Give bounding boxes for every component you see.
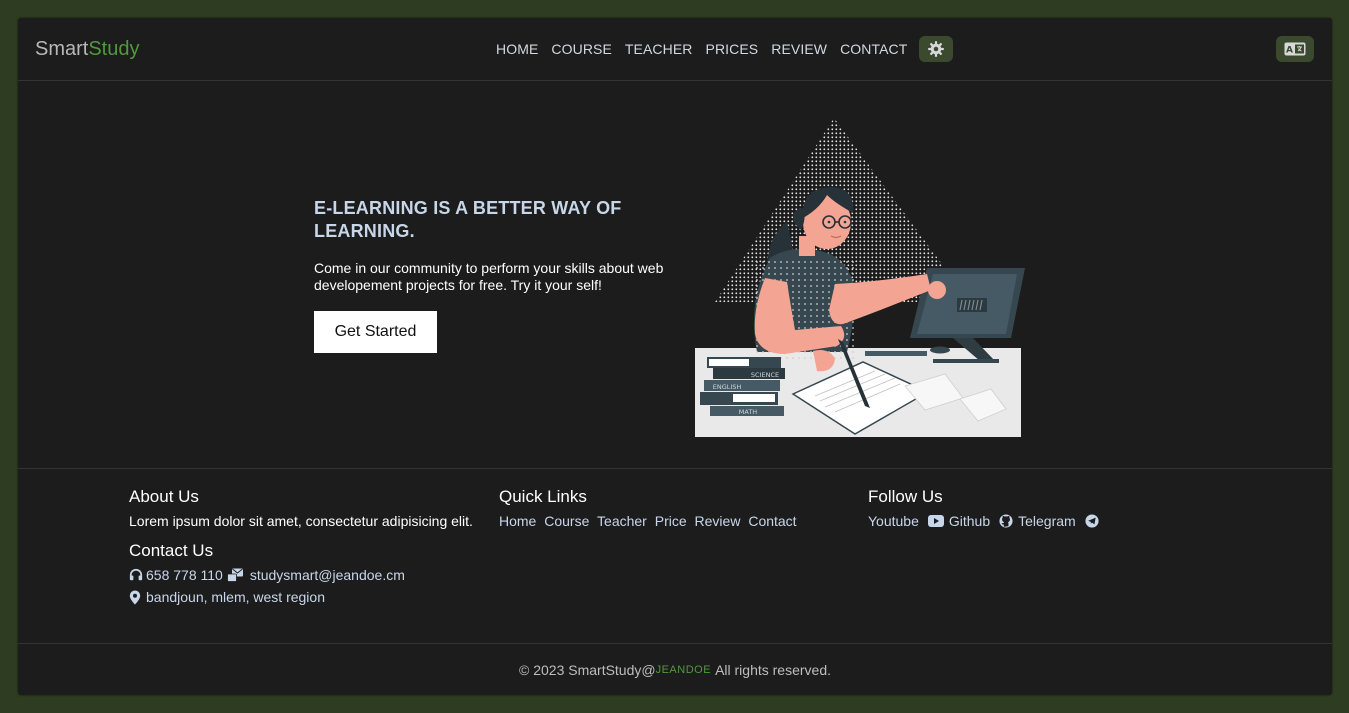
contact-title: Contact Us: [129, 541, 214, 560]
copyright-brand[interactable]: JEANDOE: [656, 664, 711, 676]
about-title: About Us: [129, 487, 199, 506]
copyright-suffix: All rights reserved.: [715, 661, 831, 678]
get-started-button[interactable]: Get Started: [314, 311, 437, 353]
mail-bulk-icon: [226, 568, 243, 582]
social-links: Youtube Github Telegram: [868, 513, 1104, 529]
theme-toggle-button[interactable]: [919, 36, 954, 62]
follow-title: Follow Us: [868, 487, 943, 506]
logo-study: Study: [88, 38, 140, 60]
main-nav: HOME COURSE TEACHER PRICES REVIEW CONTAC…: [496, 36, 954, 62]
logo-smart: Smart: [35, 38, 89, 60]
contact-phone-email: 658 778 110 studysmart@jeandoe.cm: [129, 567, 473, 583]
footer: About Us Lorem ipsum dolor sit amet, con…: [18, 468, 1332, 644]
header: SmartStudy HOME COURSE TEACHER PRICES RE…: [18, 18, 1332, 81]
follow-section: Follow Us Youtube Github Telegram: [868, 487, 1104, 529]
gear-icon: [928, 41, 945, 57]
book-label-english: ENGLISH: [713, 383, 742, 391]
app-frame: SmartStudy HOME COURSE TEACHER PRICES RE…: [18, 18, 1332, 695]
svg-text:A: A: [1286, 46, 1293, 56]
telegram-icon[interactable]: [1085, 514, 1099, 528]
contact-email[interactable]: studysmart@jeandoe.cm: [250, 567, 405, 583]
hero-title: E-LEARNING IS A BETTER WAY OF LEARNING.: [314, 197, 654, 243]
location-pin-icon: [129, 590, 141, 604]
social-youtube-label[interactable]: Youtube: [868, 513, 919, 529]
nav-contact[interactable]: CONTACT: [840, 41, 907, 57]
youtube-icon[interactable]: [927, 515, 944, 527]
nav-review[interactable]: REVIEW: [771, 41, 827, 57]
quick-links-section: Quick Links Home Course Teacher Price Re…: [499, 487, 801, 529]
language-button[interactable]: A: [1276, 36, 1314, 62]
quick-links-list: Home Course Teacher Price Review Contact: [499, 513, 801, 529]
translate-icon: A: [1284, 42, 1306, 56]
copyright-prefix: © 2023 SmartStudy@: [519, 661, 656, 678]
social-telegram-label[interactable]: Telegram: [1018, 513, 1076, 529]
quick-link-price[interactable]: Price: [655, 513, 687, 529]
book-label-science: SCIENCE: [751, 371, 779, 379]
nav-course[interactable]: COURSE: [551, 41, 612, 57]
hero-description: Come in our community to perform your sk…: [314, 260, 664, 293]
headset-icon: [129, 568, 143, 581]
quick-links-title: Quick Links: [499, 487, 587, 506]
quick-link-review[interactable]: Review: [695, 513, 741, 529]
about-text: Lorem ipsum dolor sit amet, consectetur …: [129, 513, 473, 529]
hero-illustration: SCIENCE ENGLISH MATH: [695, 118, 1025, 437]
logo[interactable]: SmartStudy: [35, 38, 140, 61]
hero-title-line1: E-LEARNING IS A BETTER WAY OF: [314, 198, 622, 218]
hero-title-line2: LEARNING.: [314, 221, 415, 241]
contact-address: bandjoun, mlem, west region: [146, 589, 325, 605]
about-section: About Us Lorem ipsum dolor sit amet, con…: [129, 487, 473, 605]
nav-prices[interactable]: PRICES: [706, 41, 759, 57]
quick-link-course[interactable]: Course: [544, 513, 589, 529]
contact-address-line: bandjoun, mlem, west region: [129, 589, 473, 605]
book-label-math: MATH: [739, 408, 758, 416]
quick-link-teacher[interactable]: Teacher: [597, 513, 647, 529]
social-github-label[interactable]: Github: [949, 513, 990, 529]
copyright: © 2023 SmartStudy@ JEANDOE All rights rese…: [18, 643, 1332, 695]
github-icon[interactable]: [999, 514, 1013, 528]
nav-home[interactable]: HOME: [496, 41, 538, 57]
contact-phone[interactable]: 658 778 110: [146, 567, 223, 583]
quick-link-home[interactable]: Home: [499, 513, 536, 529]
nav-teacher[interactable]: TEACHER: [625, 41, 693, 57]
quick-link-contact[interactable]: Contact: [748, 513, 796, 529]
